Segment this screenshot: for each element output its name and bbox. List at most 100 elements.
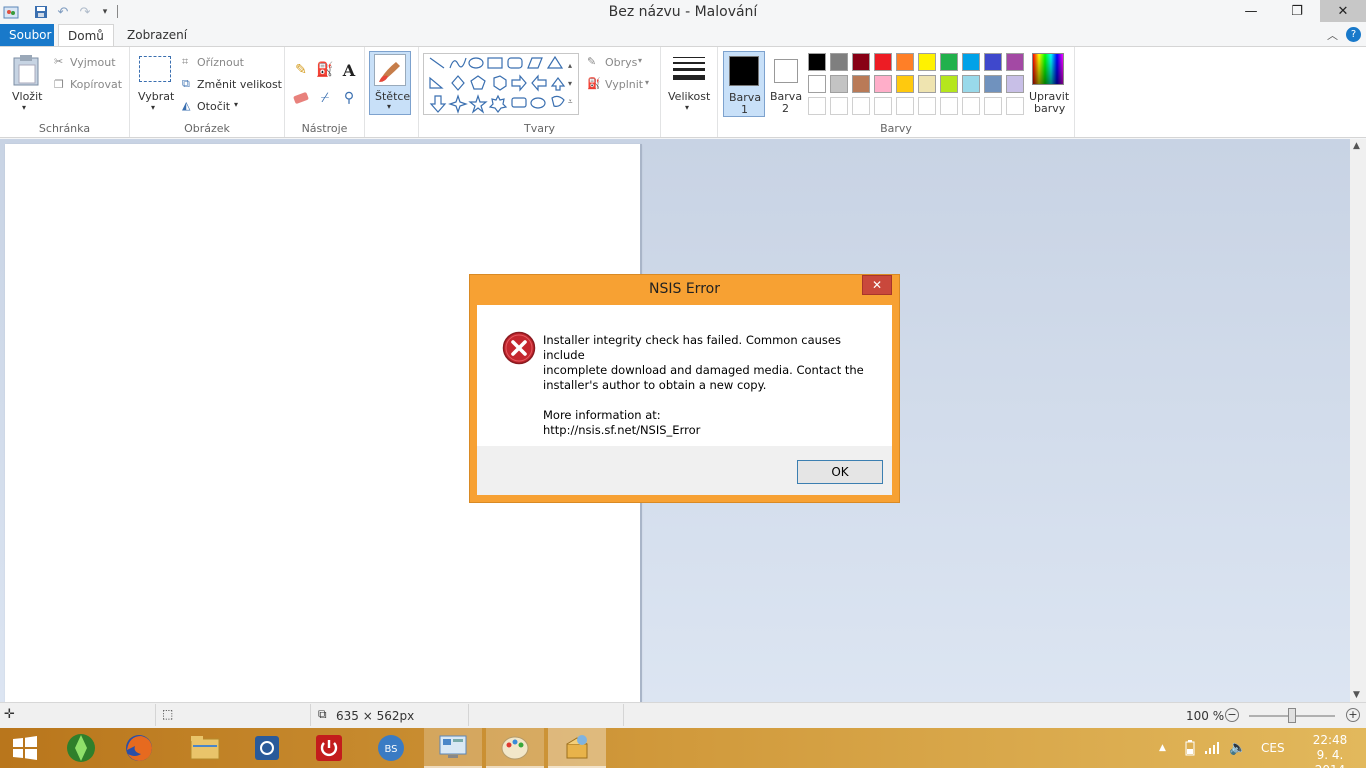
zoom-in-button[interactable]: + (1346, 708, 1360, 722)
edit-colors-label-line2[interactable]: barvy (1034, 102, 1065, 115)
scroll-up-icon[interactable]: ▲ (1353, 141, 1360, 151)
vertical-scrollbar[interactable]: ▲ ▼ (1350, 139, 1366, 702)
clock[interactable]: 22:48 9. 4. 2014 (1300, 733, 1360, 768)
tab-view[interactable]: Zobrazení (118, 24, 196, 46)
fill-dropdown-icon[interactable]: ▾ (645, 78, 649, 87)
outline-button[interactable]: Obrys (605, 56, 637, 69)
image-group: Vybrat ▾ ⌗ Oříznout ⧉ Změnit velikost ◭ … (130, 47, 285, 137)
minimize-button[interactable]: — (1228, 0, 1274, 22)
shapes-scroll-down-icon[interactable]: ▾ (568, 79, 572, 88)
zoom-slider-thumb[interactable] (1288, 708, 1296, 723)
taskbar-explorer-icon[interactable] (176, 728, 234, 768)
select-dropdown-icon[interactable]: ▾ (151, 103, 155, 112)
palette-color-swatch[interactable] (918, 53, 936, 71)
crop-button[interactable]: Oříznout (197, 56, 244, 69)
palette-color-swatch[interactable] (940, 53, 958, 71)
fill-button[interactable]: Vyplnit (605, 78, 643, 91)
taskbar-sims-icon[interactable] (52, 728, 110, 768)
palette-color-swatch[interactable] (808, 75, 826, 93)
palette-color-swatch[interactable] (918, 75, 936, 93)
custom-color-slot[interactable] (874, 97, 892, 115)
pencil-icon[interactable]: ✎ (292, 61, 310, 79)
custom-color-slot[interactable] (984, 97, 1002, 115)
taskbar-paint-icon[interactable] (486, 728, 544, 768)
size-icon[interactable] (673, 57, 705, 80)
palette-color-swatch[interactable] (1006, 75, 1024, 93)
copy-button[interactable]: Kopírovat (70, 78, 122, 91)
magnifier-icon[interactable]: ⚲ (340, 89, 358, 107)
palette-color-swatch[interactable] (852, 75, 870, 93)
palette-color-swatch[interactable] (830, 53, 848, 71)
fill-bucket-icon[interactable]: ⛽ (316, 61, 334, 79)
help-icon[interactable]: ? (1346, 27, 1361, 42)
custom-color-slot[interactable] (830, 97, 848, 115)
palette-color-swatch[interactable] (852, 53, 870, 71)
paste-icon[interactable] (10, 53, 42, 87)
palette-color-swatch[interactable] (874, 75, 892, 93)
paste-dropdown-icon[interactable]: ▾ (22, 103, 26, 112)
edit-colors-icon[interactable] (1032, 53, 1064, 85)
minimize-ribbon-icon[interactable]: ︿ (1327, 27, 1338, 43)
taskbar-power-icon[interactable] (300, 728, 358, 768)
custom-color-slot[interactable] (1006, 97, 1024, 115)
rotate-button[interactable]: Otočit (197, 100, 230, 113)
text-tool-icon[interactable]: A (340, 61, 358, 80)
taskbar-app-icon[interactable] (238, 728, 296, 768)
custom-color-slot[interactable] (852, 97, 870, 115)
volume-icon[interactable]: 🔈 (1229, 728, 1246, 768)
resize-button[interactable]: Změnit velikost (197, 78, 282, 91)
battery-icon[interactable] (1185, 728, 1195, 768)
ok-button[interactable]: OK (797, 460, 883, 484)
taskbar-installer-icon[interactable] (548, 728, 606, 768)
rotate-dropdown-icon[interactable]: ▾ (234, 100, 238, 109)
palette-color-swatch[interactable] (984, 53, 1002, 71)
palette-color-swatch[interactable] (984, 75, 1002, 93)
eraser-icon[interactable] (292, 89, 310, 107)
palette-color-swatch[interactable] (808, 53, 826, 71)
outline-dropdown-icon[interactable]: ▾ (638, 56, 642, 65)
palette-color-swatch[interactable] (896, 53, 914, 71)
size-label[interactable]: Velikost (668, 90, 710, 103)
status-bar: ✛ ⬚ ⧉ 635 × 562px 100 % − + (0, 702, 1366, 728)
restore-button[interactable]: ❐ (1274, 0, 1320, 22)
show-hidden-icons-button[interactable]: ▲ (1159, 728, 1166, 768)
select-label[interactable]: Vybrat (138, 90, 174, 103)
taskbar-control-panel-icon[interactable] (424, 728, 482, 768)
close-button[interactable]: ✕ (1320, 0, 1366, 22)
custom-color-slot[interactable] (808, 97, 826, 115)
paste-label[interactable]: Vložit (12, 90, 42, 103)
palette-color-swatch[interactable] (1006, 53, 1024, 71)
color1-button[interactable]: Barva 1 (723, 51, 765, 117)
custom-color-slot[interactable] (918, 97, 936, 115)
status-separator (310, 704, 311, 726)
palette-color-swatch[interactable] (962, 75, 980, 93)
select-icon[interactable] (139, 56, 171, 82)
brushes-button[interactable]: Štětce ▾ (369, 51, 411, 115)
taskbar-firefox-icon[interactable] (110, 728, 168, 768)
color-picker-icon[interactable]: ⌿ (316, 89, 334, 107)
color2-button[interactable]: Barva 2 (767, 51, 809, 117)
palette-color-swatch[interactable] (874, 53, 892, 71)
tab-file[interactable]: Soubor (0, 24, 54, 46)
custom-color-slot[interactable] (962, 97, 980, 115)
scroll-down-icon[interactable]: ▼ (1353, 690, 1360, 700)
custom-color-slot[interactable] (940, 97, 958, 115)
shapes-scroll-up-icon[interactable]: ▴ (568, 61, 572, 70)
palette-color-swatch[interactable] (830, 75, 848, 93)
palette-color-swatch[interactable] (940, 75, 958, 93)
dialog-close-button[interactable]: ✕ (862, 275, 892, 295)
custom-color-slot[interactable] (896, 97, 914, 115)
palette-color-swatch[interactable] (962, 53, 980, 71)
brushes-dropdown-icon: ▾ (387, 102, 392, 111)
shapes-more-icon[interactable]: ⩡ (568, 97, 573, 107)
tab-home[interactable]: Domů (58, 24, 114, 47)
input-language[interactable]: CES (1261, 728, 1285, 768)
cut-button[interactable]: Vyjmout (70, 56, 116, 69)
zoom-out-button[interactable]: − (1225, 708, 1239, 722)
taskbar-bs-icon[interactable]: BS (362, 728, 420, 768)
network-icon[interactable] (1204, 728, 1220, 768)
start-button[interactable] (0, 728, 50, 768)
palette-color-swatch[interactable] (896, 75, 914, 93)
size-dropdown-icon[interactable]: ▾ (685, 103, 689, 112)
shapes-gallery[interactable] (423, 53, 579, 115)
